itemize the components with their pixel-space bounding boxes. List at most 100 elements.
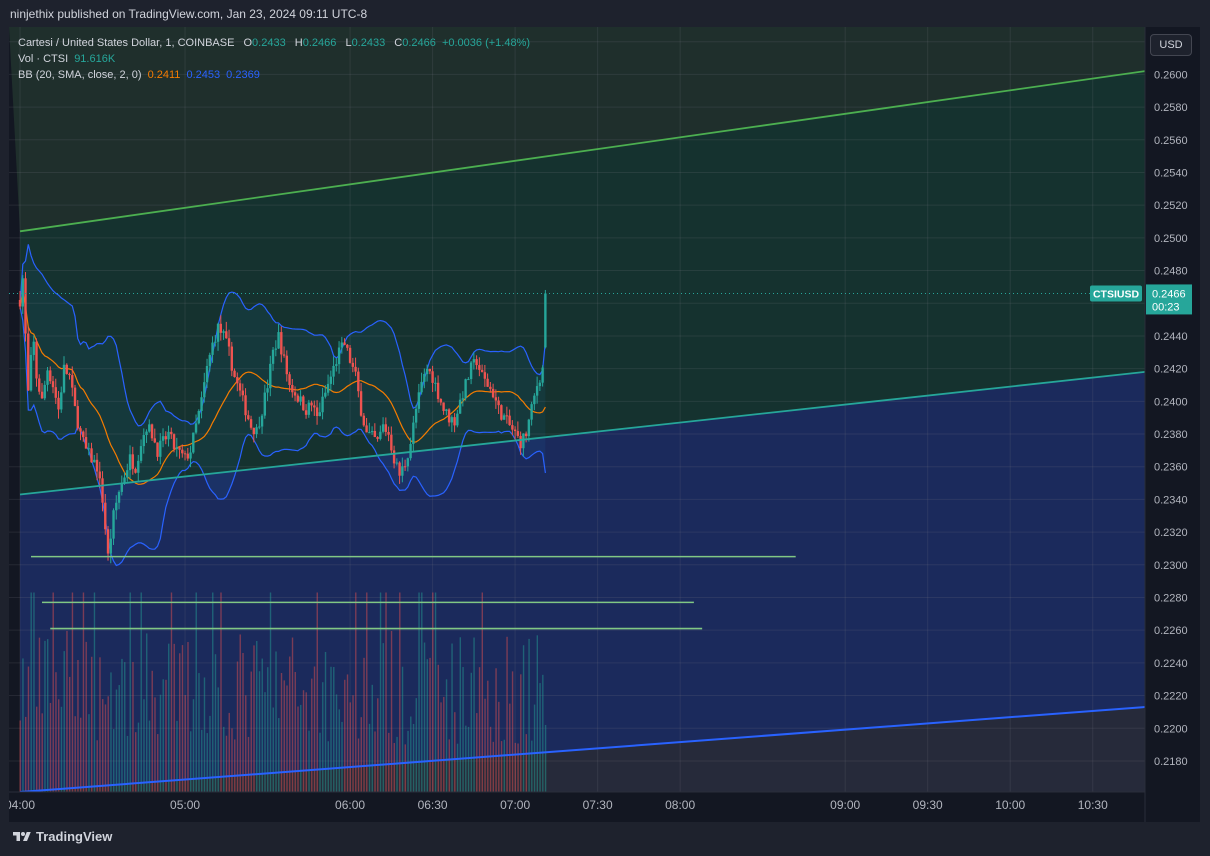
volume-bar xyxy=(346,674,349,792)
candle-body xyxy=(46,370,49,385)
candle-body xyxy=(425,368,429,375)
candle-body xyxy=(318,412,322,417)
volume-bar xyxy=(143,699,145,792)
candle-body xyxy=(93,459,96,463)
candle-body xyxy=(258,426,261,428)
candle-body xyxy=(65,364,68,374)
candle-body xyxy=(164,436,167,440)
volume-bar xyxy=(88,714,90,792)
legend-bb-row[interactable]: BB (20, SMA, close, 2, 0) 0.2411 0.2453 … xyxy=(18,67,530,83)
candle-body xyxy=(109,538,112,554)
candle-body xyxy=(172,434,176,449)
volume-label[interactable]: Vol · CTSI xyxy=(18,53,68,65)
candle-body xyxy=(442,402,445,411)
candle-body xyxy=(274,348,278,350)
candle-body xyxy=(35,341,38,379)
volume-value: 91.616K xyxy=(74,53,116,65)
candle-body xyxy=(170,431,173,435)
volume-bar xyxy=(187,642,189,792)
volume-bar xyxy=(445,679,448,792)
volume-bar xyxy=(399,592,401,792)
legend-symbol-row[interactable]: Cartesi / United States Dollar, 1, COINB… xyxy=(18,35,530,51)
currency-button[interactable]: USD xyxy=(1150,34,1192,56)
volume-bar xyxy=(283,680,285,792)
candle-body xyxy=(321,396,324,413)
volume-bar xyxy=(407,730,409,792)
symbol-name[interactable]: Cartesi / United States Dollar, 1, COINB… xyxy=(18,37,234,49)
candle-body xyxy=(304,410,308,415)
tradingview-brand[interactable]: TradingView xyxy=(12,829,112,844)
volume-bar xyxy=(437,664,439,792)
candle-body xyxy=(285,355,289,375)
candle-body xyxy=(183,453,187,455)
candle-body xyxy=(392,450,396,464)
volume-bar xyxy=(489,726,492,792)
price-tick-label: 0.2520 xyxy=(1154,200,1188,212)
volume-bar xyxy=(459,637,461,792)
price-tick-label: 0.2480 xyxy=(1154,266,1188,278)
candle-body xyxy=(227,338,231,347)
price-tick-label: 0.2300 xyxy=(1154,560,1188,572)
candle-body xyxy=(365,425,368,433)
candle-body xyxy=(51,381,55,388)
volume-bar xyxy=(80,717,82,792)
volume-bar xyxy=(77,660,79,792)
candle-body xyxy=(508,415,511,426)
volume-bar xyxy=(190,731,192,792)
volume-bar xyxy=(228,712,230,792)
candle-body xyxy=(222,331,225,333)
bb-label[interactable]: BB (20, SMA, close, 2, 0) xyxy=(18,69,142,81)
volume-bar xyxy=(429,657,431,792)
candle-body xyxy=(346,344,349,348)
volume-bar xyxy=(38,637,41,792)
candle-body xyxy=(32,341,35,355)
time-tick-label: 07:00 xyxy=(500,798,530,812)
candle-body xyxy=(156,442,159,457)
volume-bar xyxy=(206,733,208,792)
volume-bar xyxy=(308,730,310,792)
candle-body xyxy=(533,395,536,405)
volume-bar xyxy=(239,634,241,792)
volume-bar xyxy=(388,732,390,792)
volume-bar xyxy=(302,690,305,792)
volume-bar xyxy=(203,677,206,792)
volume-bar xyxy=(225,735,228,792)
candle-body xyxy=(381,424,385,432)
candle-body xyxy=(541,367,544,383)
price-tick-label: 0.2200 xyxy=(1154,723,1188,735)
candle-body xyxy=(343,342,346,345)
low-value: 0.2433 xyxy=(351,37,386,49)
candle-body xyxy=(472,359,476,363)
candle-body xyxy=(211,342,214,355)
volume-bar xyxy=(520,674,522,792)
volume-bar xyxy=(305,692,307,792)
volume-bar xyxy=(377,698,379,792)
symbol-tag-label: CTSIUSD xyxy=(1093,288,1140,300)
chart-svg[interactable]: 0.26200.26000.25800.25600.25400.25200.25… xyxy=(5,27,1200,822)
volume-bar xyxy=(27,666,30,792)
candle-body xyxy=(142,435,145,447)
candle-body xyxy=(486,378,489,387)
volume-bar xyxy=(60,706,63,792)
volume-bar xyxy=(412,723,415,792)
candle-body xyxy=(513,429,517,432)
volume-bar xyxy=(357,738,360,792)
volume-bar xyxy=(525,734,528,792)
candle-body xyxy=(230,346,233,371)
volume-bar xyxy=(99,657,101,792)
volume-bar xyxy=(41,713,43,792)
candle-body xyxy=(445,409,448,411)
volume-bar xyxy=(22,658,24,792)
volume-bar xyxy=(33,592,35,792)
candle-body xyxy=(238,383,242,391)
legend-volume-row[interactable]: Vol · CTSI 91.616K xyxy=(18,51,530,67)
volume-bar xyxy=(209,715,211,792)
chart-area[interactable]: 0.26200.26000.25800.25600.25400.25200.25… xyxy=(5,27,1200,822)
volume-bar xyxy=(349,702,351,792)
candle-body xyxy=(145,431,148,436)
volume-bar xyxy=(294,672,296,792)
volume-bar xyxy=(478,667,481,792)
candle-body xyxy=(76,406,79,429)
bb-basis-value: 0.2411 xyxy=(147,69,181,81)
candle-body xyxy=(271,349,275,364)
